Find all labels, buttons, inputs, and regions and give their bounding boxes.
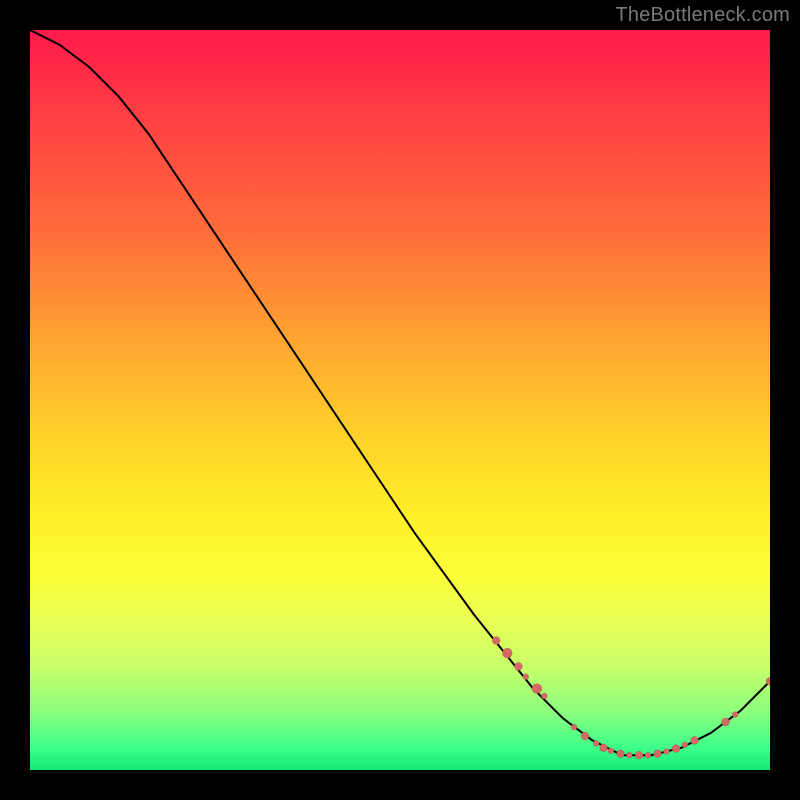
plot-area (30, 30, 770, 770)
curve-marker (492, 637, 500, 645)
curve-marker (635, 751, 643, 759)
curve-marker (593, 740, 599, 746)
curve-marker (581, 732, 589, 740)
curve-marker (663, 749, 669, 755)
attribution-text: TheBottleneck.com (615, 4, 790, 27)
curve-marker (532, 684, 542, 694)
curve-marker (523, 674, 529, 680)
chart-frame: TheBottleneck.com (0, 0, 800, 800)
curve-marker (608, 748, 614, 754)
curve-marker (626, 752, 632, 758)
curve-marker (541, 693, 547, 699)
curve-marker (645, 752, 651, 758)
curve-marker (654, 750, 662, 758)
curve-svg (30, 30, 770, 770)
curve-marker (502, 648, 512, 658)
curve-marker (514, 662, 522, 670)
curve-marker (722, 718, 730, 726)
curve-marker (571, 724, 577, 730)
curve-marker (691, 736, 699, 744)
curve-marker (617, 750, 625, 758)
curve-marker (600, 744, 608, 752)
curve-marker (682, 742, 688, 748)
curve-marker (732, 712, 738, 718)
curve-markers (492, 637, 770, 760)
curve-marker (672, 745, 680, 753)
bottleneck-curve (30, 30, 770, 755)
